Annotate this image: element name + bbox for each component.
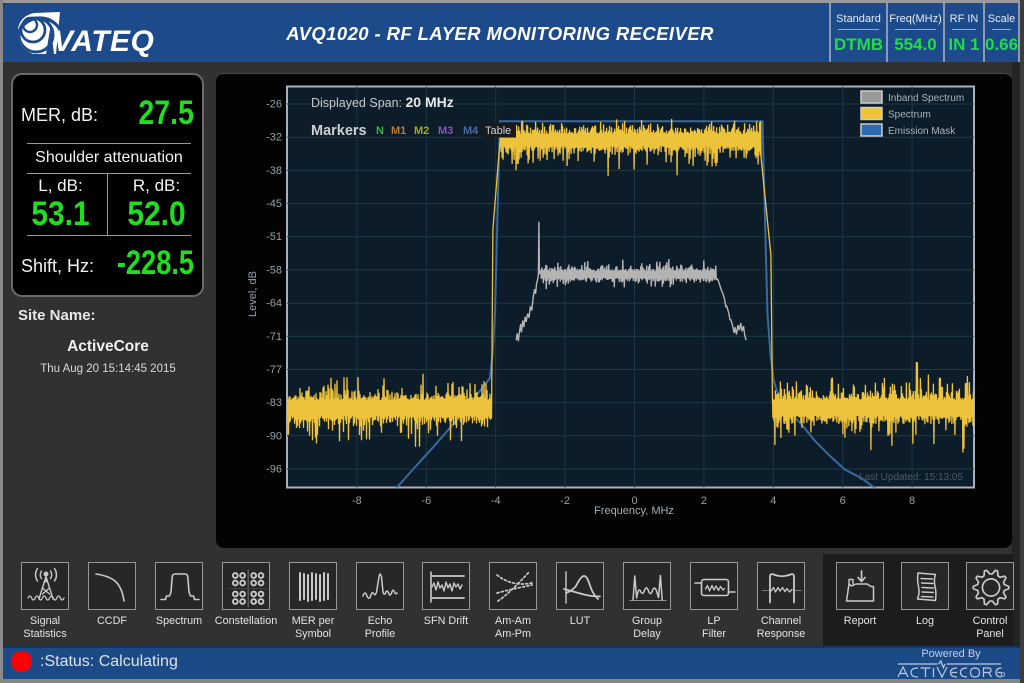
svg-text:Last Updated: 15:13:05: Last Updated: 15:13:05 — [859, 472, 963, 483]
svg-text:6: 6 — [840, 495, 846, 507]
svg-text:-96: -96 — [266, 464, 282, 476]
svg-text:M2: M2 — [414, 125, 429, 137]
svg-text:8: 8 — [909, 495, 915, 507]
svg-text:Level, dB: Level, dB — [247, 271, 259, 317]
svg-text:-90: -90 — [266, 430, 282, 442]
svg-text:-71: -71 — [266, 331, 282, 343]
svg-text:2: 2 — [701, 495, 707, 507]
svg-text:-83: -83 — [266, 397, 282, 409]
svg-text:M3: M3 — [438, 125, 453, 137]
svg-text:-6: -6 — [421, 495, 431, 507]
svg-text:-51: -51 — [266, 231, 282, 243]
svg-text:-32: -32 — [266, 132, 282, 144]
svg-text:-2: -2 — [560, 495, 570, 507]
svg-text:-77: -77 — [266, 364, 282, 376]
svg-text:-64: -64 — [266, 298, 282, 310]
svg-text:-26: -26 — [266, 99, 282, 111]
svg-text:Markers: Markers — [311, 123, 367, 139]
svg-text:-58: -58 — [266, 264, 282, 276]
svg-text:Frequency, MHz: Frequency, MHz — [594, 505, 674, 517]
svg-text:Table: Table — [485, 125, 511, 137]
svg-text:M1: M1 — [391, 125, 406, 137]
svg-text:Spectrum: Spectrum — [888, 110, 931, 121]
svg-text:Displayed Span: 20 MHz: Displayed Span: 20 MHz — [311, 94, 454, 110]
svg-text:-8: -8 — [352, 495, 362, 507]
svg-text:M4: M4 — [463, 125, 479, 137]
svg-text:Inband Spectrum: Inband Spectrum — [888, 93, 964, 104]
svg-text:Emission Mask: Emission Mask — [888, 126, 956, 137]
svg-text:N: N — [376, 125, 384, 137]
svg-text:-38: -38 — [266, 165, 282, 177]
svg-text:-4: -4 — [491, 495, 501, 507]
svg-text:4: 4 — [770, 495, 776, 507]
svg-text:-45: -45 — [266, 198, 282, 210]
